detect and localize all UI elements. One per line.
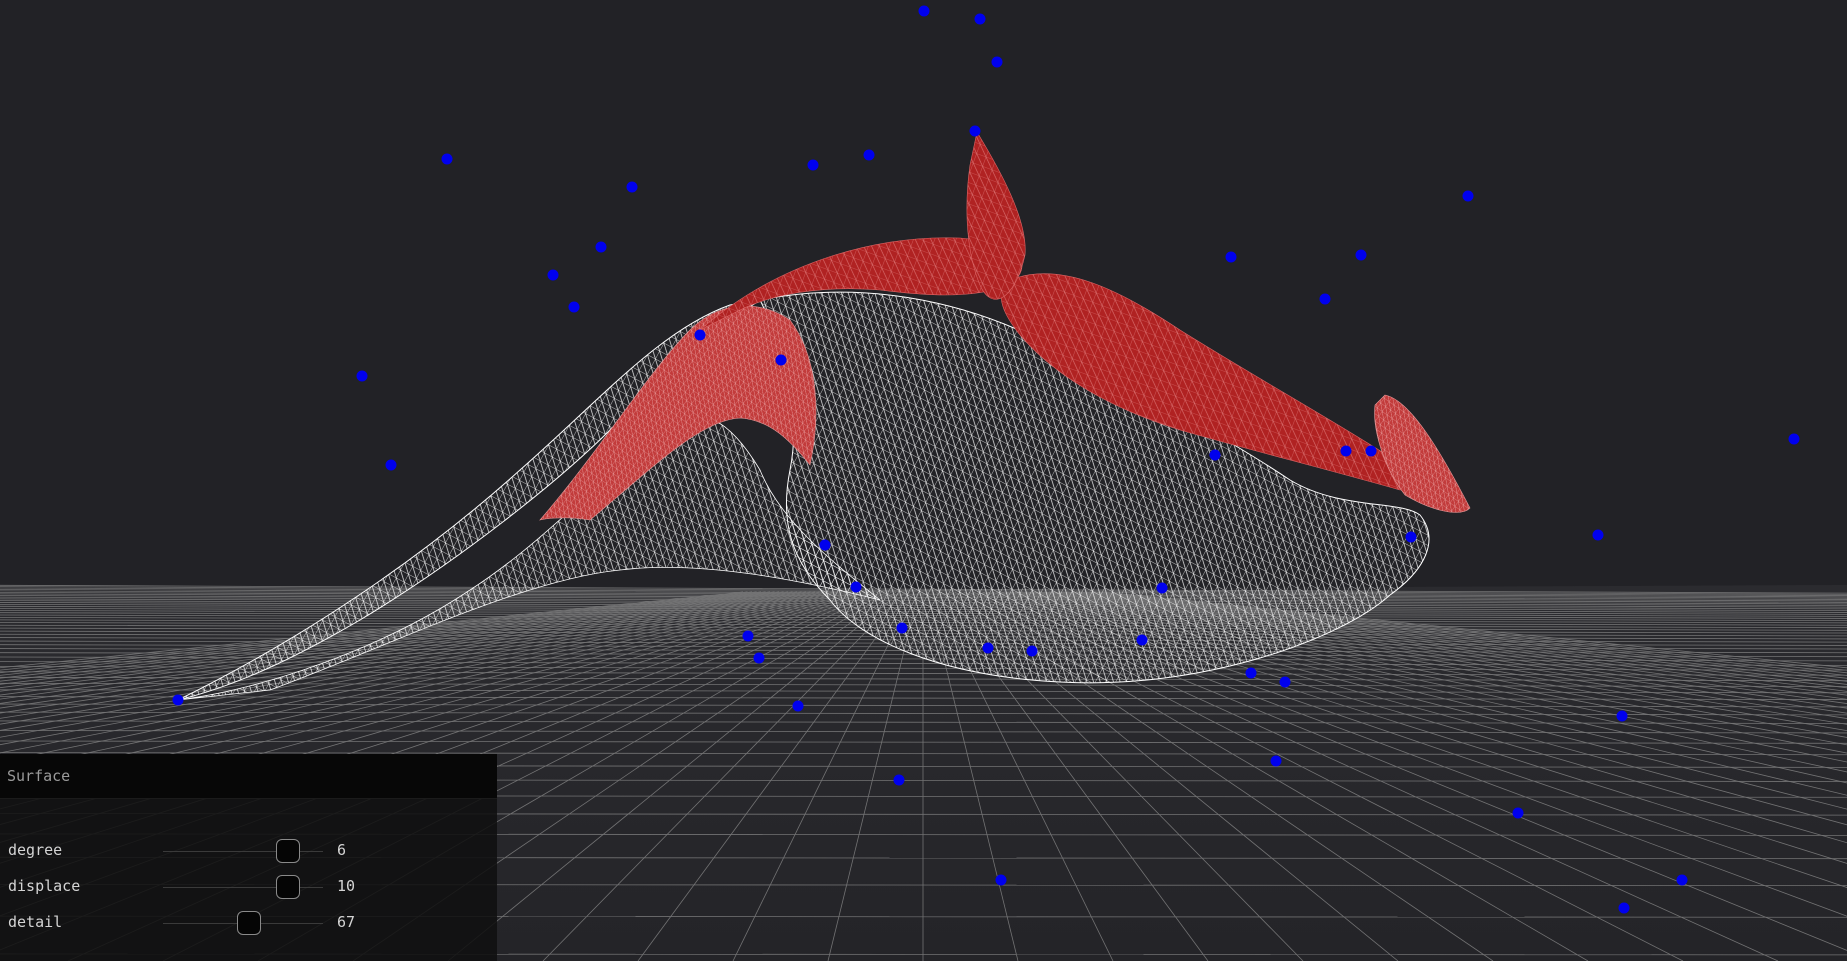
control-point[interactable] [807, 159, 819, 171]
control-point[interactable] [742, 630, 754, 642]
controls-panel: Surface degree 6 displace 10 detail 67 [0, 754, 497, 961]
degree-label: degree [8, 841, 63, 859]
control-point[interactable] [982, 642, 994, 654]
control-point[interactable] [775, 354, 787, 366]
displace-label: displace [8, 877, 81, 895]
control-point[interactable] [694, 329, 706, 341]
control-point[interactable] [753, 652, 765, 664]
control-point[interactable] [893, 774, 905, 786]
control-point[interactable] [1136, 634, 1148, 646]
control-point[interactable] [1405, 531, 1417, 543]
control-point[interactable] [1676, 874, 1688, 886]
control-point[interactable] [1462, 190, 1474, 202]
panel-title[interactable]: Surface [0, 754, 497, 799]
control-point[interactable] [385, 459, 397, 471]
control-point[interactable] [850, 581, 862, 593]
displace-slider-thumb[interactable] [275, 875, 300, 899]
degree-slider-thumb[interactable] [275, 839, 300, 863]
displace-value: 10 [337, 877, 356, 895]
control-point[interactable] [819, 539, 831, 551]
control-point[interactable] [995, 874, 1007, 886]
control-point[interactable] [1319, 293, 1331, 305]
detail-value: 67 [337, 913, 356, 931]
control-point[interactable] [863, 149, 875, 161]
control-point[interactable] [626, 181, 638, 193]
control-point[interactable] [172, 694, 184, 706]
control-point[interactable] [1279, 676, 1291, 688]
control-point[interactable] [792, 700, 804, 712]
control-point[interactable] [356, 370, 368, 382]
control-point[interactable] [1592, 529, 1604, 541]
control-point[interactable] [969, 125, 981, 137]
control-point[interactable] [1365, 445, 1377, 457]
control-point[interactable] [896, 622, 908, 634]
surface-red-tip [1374, 394, 1471, 513]
control-point[interactable] [918, 5, 930, 17]
control-point[interactable] [1512, 807, 1524, 819]
3d-viewport[interactable]: Surface degree 6 displace 10 detail 67 [0, 0, 1847, 961]
detail-label: detail [8, 913, 63, 931]
control-point[interactable] [1270, 755, 1282, 767]
degree-value: 6 [337, 841, 347, 859]
detail-control: detail 67 [0, 905, 497, 941]
displace-control: displace 10 [0, 869, 497, 905]
control-point[interactable] [1618, 902, 1630, 914]
control-point[interactable] [441, 153, 453, 165]
control-point[interactable] [568, 301, 580, 313]
control-point[interactable] [1340, 445, 1352, 457]
degree-control: degree 6 [0, 833, 497, 869]
control-point[interactable] [1788, 433, 1800, 445]
control-point[interactable] [991, 56, 1003, 68]
control-point[interactable] [974, 13, 986, 25]
control-point[interactable] [595, 241, 607, 253]
detail-slider-thumb[interactable] [237, 911, 262, 935]
control-point[interactable] [1355, 249, 1367, 261]
control-point[interactable] [1156, 582, 1168, 594]
control-point[interactable] [1245, 667, 1257, 679]
control-point[interactable] [1616, 710, 1628, 722]
control-point[interactable] [547, 269, 559, 281]
control-point[interactable] [1209, 449, 1221, 461]
control-point[interactable] [1026, 645, 1038, 657]
control-point[interactable] [1225, 251, 1237, 263]
